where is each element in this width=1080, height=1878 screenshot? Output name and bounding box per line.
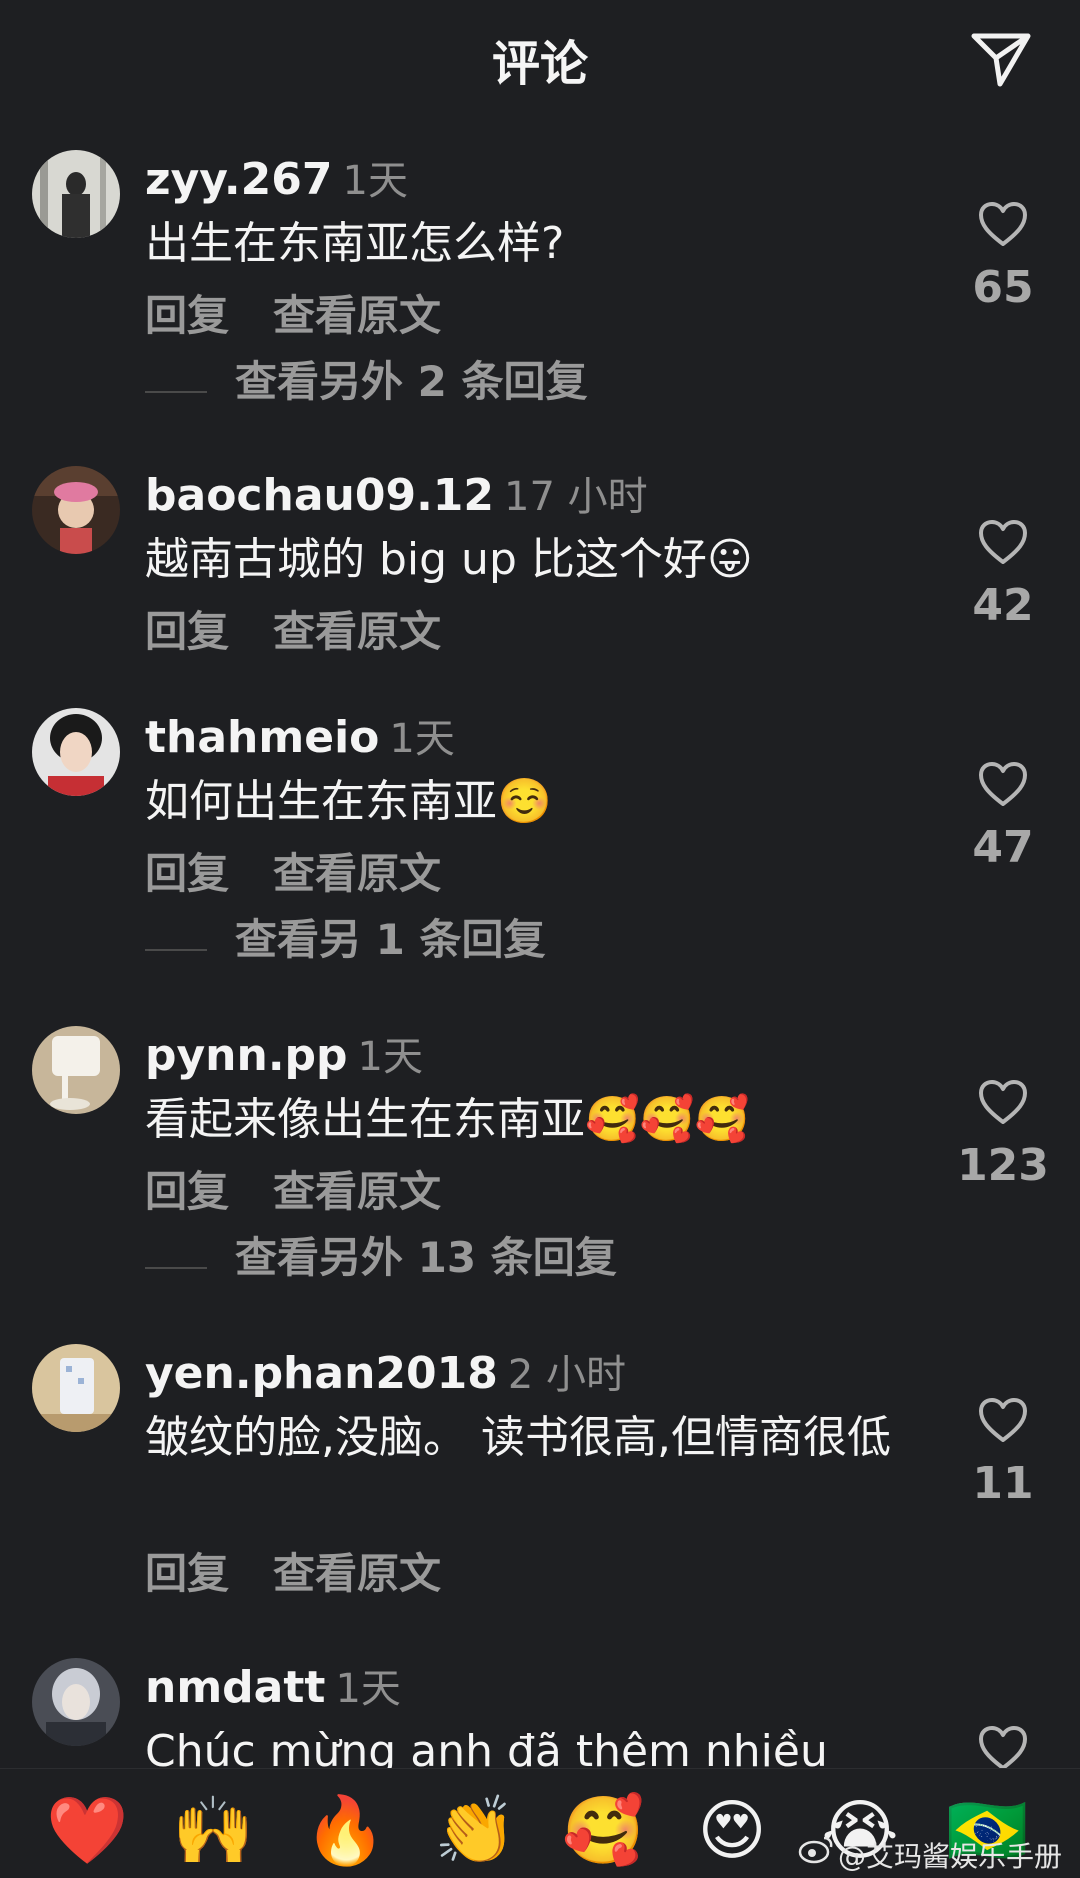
emoji-smiling-face-with-hearts[interactable]: 🥰 [562,1791,644,1871]
emoji-clapping-hands[interactable]: 👏 [434,1791,516,1871]
emoji-raising-hands[interactable]: 🙌 [172,1791,254,1871]
view-original-button[interactable]: 查看原文 [273,607,441,656]
like-group: 47 [950,760,1056,873]
heart-icon[interactable] [977,200,1029,248]
username[interactable]: thahmeio [145,712,379,763]
heart-icon[interactable] [977,760,1029,808]
comments-screen: 评论 zyy.267 1天 出生在东南亚怎么样? 回复 查看原文 查看另外 2 … [0,0,1080,1878]
view-more-replies[interactable]: 查看另外 13 条回复 [145,1226,617,1290]
avatar[interactable] [32,1344,120,1432]
send-icon [971,33,1031,87]
divider [145,1266,207,1269]
heart-icon[interactable] [977,1078,1029,1126]
username[interactable]: zyy.267 [145,154,333,205]
like-group: 42 [950,518,1056,631]
comment-text: 看起来像出生在东南亚🥰🥰🥰 [145,1094,750,1145]
view-more-replies[interactable]: 查看另 1 条回复 [145,908,545,972]
username[interactable]: baochau09.12 [145,470,494,521]
comment-text: 出生在东南亚怎么样? [145,218,565,269]
comment-meta: thahmeio 1天 [145,708,455,768]
divider [145,948,207,951]
comment-meta: pynn.pp 1天 [145,1026,423,1086]
comment-meta: yen.phan2018 2 小时 [145,1344,626,1404]
header: 评论 [0,0,1080,118]
comment-text: 如何出生在东南亚☺️ [145,776,552,827]
heart-icon[interactable] [977,1724,1029,1768]
username[interactable]: pynn.pp [145,1030,348,1081]
view-more-replies-label[interactable]: 查看另 1 条回复 [235,915,545,964]
page-title: 评论 [491,36,588,92]
timestamp: 17 小时 [504,474,648,520]
username[interactable]: yen.phan2018 [145,1348,498,1399]
comment-text: Chúc mừng anh đã thêm nhiều [145,1726,828,1768]
like-count: 47 [972,822,1034,873]
avatar[interactable] [32,1658,120,1746]
comment-actions: 回复 查看原文 [145,842,485,906]
like-count: 65 [972,262,1034,313]
comment-list[interactable]: zyy.267 1天 出生在东南亚怎么样? 回复 查看原文 查看另外 2 条回复 6… [0,118,1080,1768]
share-button[interactable] [968,28,1034,90]
like-count: 42 [972,580,1034,631]
reply-button[interactable]: 回复 [145,1549,229,1598]
like-count: 123 [957,1140,1049,1191]
reply-button[interactable]: 回复 [145,607,229,656]
view-original-button[interactable]: 查看原文 [273,291,441,340]
view-original-button[interactable]: 查看原文 [273,1549,441,1598]
weibo-logo-icon [798,1836,833,1864]
comment-text: 越南古城的 big up 比这个好😛 [145,534,753,585]
watermark: @艾玛酱娱乐手册 [838,1840,1063,1873]
emoji-red-heart[interactable]: ❤️ [46,1791,128,1871]
emoji-heart-eyes[interactable]: 😍 [692,1791,772,1871]
like-group: 65 [950,200,1056,313]
like-group [950,1724,1056,1768]
like-group: 123 [950,1078,1056,1191]
comment-actions: 回复 查看原文 [145,284,485,348]
heart-icon[interactable] [977,518,1029,566]
avatar[interactable] [32,150,120,238]
comment-text: 皱纹的脸,没脑。 读书很高,但情商很低 [145,1412,891,1463]
comment-actions: 回复 查看原文 [145,600,485,664]
emoji-fire[interactable]: 🔥 [304,1791,386,1871]
timestamp: 1天 [342,158,408,204]
heart-icon[interactable] [977,1396,1029,1444]
comment-actions: 回复 查看原文 [145,1542,485,1606]
like-count: 11 [972,1458,1034,1509]
username[interactable]: nmdatt [145,1662,325,1713]
timestamp: 1天 [389,716,455,762]
view-more-replies-label[interactable]: 查看另外 13 条回复 [235,1233,617,1282]
comment-meta: zyy.267 1天 [145,150,408,210]
avatar[interactable] [32,1026,120,1114]
timestamp: 2 小时 [507,1352,627,1398]
view-more-replies[interactable]: 查看另外 2 条回复 [145,350,587,414]
timestamp: 1天 [335,1666,401,1712]
view-original-button[interactable]: 查看原文 [273,1167,441,1216]
comment-meta: nmdatt 1天 [145,1658,401,1718]
comment-actions: 回复 查看原文 [145,1160,485,1224]
timestamp: 1天 [357,1034,423,1080]
comment-meta: baochau09.12 17 小时 [145,466,648,526]
avatar[interactable] [32,708,120,796]
view-more-replies-label[interactable]: 查看另外 2 条回复 [235,357,587,406]
reply-button[interactable]: 回复 [145,1167,229,1216]
reply-button[interactable]: 回复 [145,849,229,898]
reply-button[interactable]: 回复 [145,291,229,340]
avatar[interactable] [32,466,120,554]
divider [145,390,207,393]
view-original-button[interactable]: 查看原文 [273,849,441,898]
like-group: 11 [950,1396,1056,1509]
